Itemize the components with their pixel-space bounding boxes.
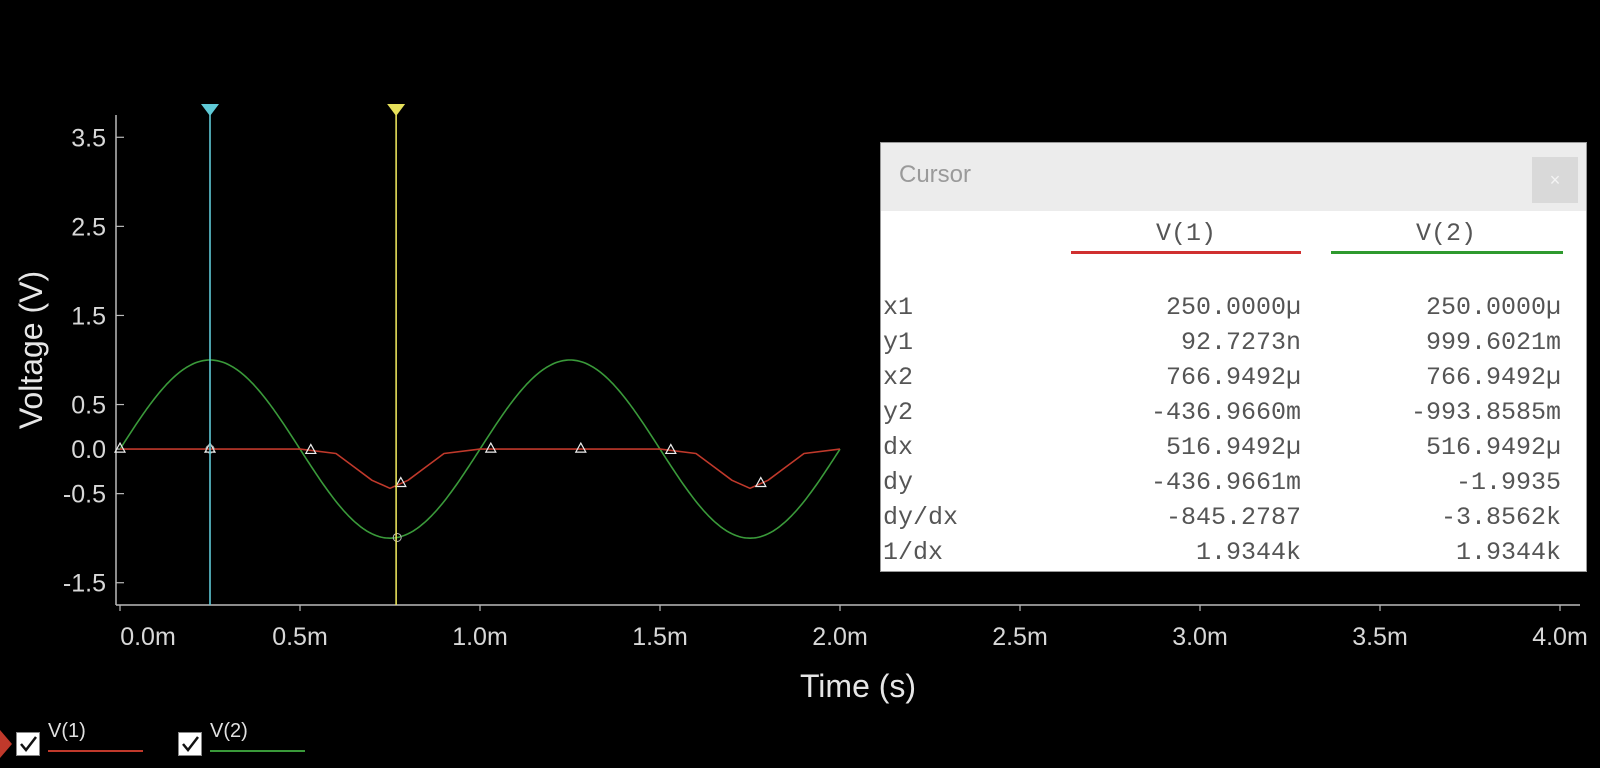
y-tick-label: 3.5 (71, 124, 106, 152)
x-tick-label: 2.5m (992, 623, 1048, 651)
cursor-value-v1: 766.9492µ (1165, 363, 1301, 392)
y-tick-label: -1.5 (63, 570, 106, 598)
x-tick-label: 4.0m (1532, 623, 1588, 651)
cursor-value-v2: -993.8585m (1410, 398, 1561, 427)
cursor-value-v1: 516.9492µ (1165, 433, 1301, 462)
cursor-value-v1: 250.0000µ (1165, 293, 1301, 322)
y-tick-label: 0.0 (71, 436, 106, 464)
cursor-row-label: y2 (883, 398, 914, 427)
data-point-marker (664, 443, 677, 455)
y-tick-label: 1.5 (71, 302, 106, 330)
cursor-row-label: dx (883, 433, 914, 462)
legend-label-v2: V(2) (210, 720, 248, 742)
legend-checkbox-v2[interactable] (178, 732, 202, 756)
column-header-v2: V(2) (1415, 219, 1476, 248)
legend-checkbox-v1[interactable] (16, 732, 40, 756)
y-tick-label: 2.5 (71, 213, 106, 241)
column-color-line-v2 (1331, 251, 1563, 254)
cursor-value-v1: -845.2787 (1165, 503, 1301, 532)
data-point-marker (574, 441, 587, 453)
cursor-value-v1: -436.9661m (1150, 468, 1301, 497)
x-tick-label: 0.0m (120, 623, 176, 651)
series-layer (119, 359, 841, 540)
legend-item-v2[interactable]: V(2) (178, 720, 318, 760)
x-tick-label: 1.0m (452, 623, 508, 651)
x-tick-label: 0.5m (272, 623, 328, 651)
cursor-value-v2: -3.8562k (1440, 503, 1561, 532)
y-axis-label: Voltage (V) (13, 271, 49, 429)
markers-layer (113, 441, 767, 542)
cursor-value-v2: 516.9492µ (1425, 433, 1561, 462)
cursor-value-v1: 92.7273n (1180, 328, 1301, 357)
column-color-line-v1 (1071, 251, 1301, 254)
cursor-value-v2: 1.9344k (1455, 538, 1561, 567)
cursor-panel-titlebar[interactable]: Cursor × (881, 143, 1586, 211)
checkmark-icon (20, 736, 37, 752)
cursor-row-label: dy/dx (883, 503, 959, 532)
cursor-value-v2: 250.0000µ (1425, 293, 1561, 322)
x-axis-label: Time (s) (800, 668, 916, 704)
cursor-panel: Cursor × V(1) V(2) x1 250.0000µ 250.0000µ y… (880, 142, 1587, 572)
cursor-value-v2: 999.6021m (1425, 328, 1561, 357)
y-tick-label: -0.5 (63, 481, 106, 509)
checkmark-icon (182, 736, 199, 752)
close-button[interactable]: × (1532, 157, 1578, 203)
column-header-v1: V(1) (1155, 219, 1216, 248)
cursor-2-handle-icon[interactable] (387, 104, 406, 116)
legend-line-v2 (210, 750, 305, 752)
cursor-value-v1: 1.9344k (1195, 538, 1301, 567)
legend-item-v1[interactable]: V(1) (16, 720, 156, 760)
cursor-value-v2: 766.9492µ (1425, 363, 1561, 392)
cursor-value-v1: -436.9660m (1150, 398, 1301, 427)
legend-line-v1 (48, 750, 143, 752)
cursor-row-label: y1 (883, 328, 914, 357)
y-tick-label: 0.5 (71, 392, 106, 420)
cursor-1-handle-icon[interactable] (201, 104, 219, 116)
x-tick-label: 1.5m (632, 623, 688, 651)
data-point-marker (484, 441, 497, 453)
cursor-row-label: x1 (883, 293, 914, 322)
cursor-row-label: 1/dx (883, 538, 944, 567)
cursor-panel-title: Cursor (899, 161, 972, 188)
legend-label-v1: V(1) (48, 720, 86, 742)
x-tick-label: 2.0m (812, 623, 868, 651)
x-tick-label: 3.5m (1352, 623, 1408, 651)
series-line-v1 (120, 448, 841, 490)
data-point-marker (304, 443, 317, 455)
cursor-row-label: dy (883, 468, 914, 497)
cursor-value-v2: -1.9935 (1455, 468, 1561, 497)
cursor-layer[interactable] (201, 104, 406, 605)
x-tick-label: 3.0m (1172, 623, 1228, 651)
cursor-row-label: x2 (883, 363, 914, 392)
